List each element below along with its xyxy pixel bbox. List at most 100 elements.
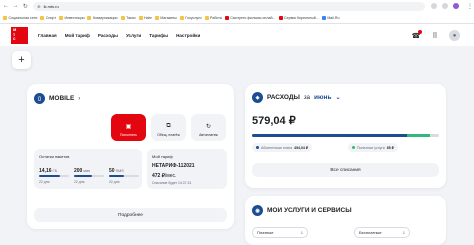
mobile-card-header[interactable]: ▯ MOBILE ›	[34, 93, 80, 104]
tariff-panel[interactable]: Мой тариф НЕТАРИФ-112021 472 ₽/мес. Спис…	[147, 149, 227, 189]
nav-item-services[interactable]: Услуги	[126, 33, 141, 38]
folder-icon	[179, 16, 184, 20]
free-services-button[interactable]: Бесплатные 1	[354, 227, 410, 238]
period-selector[interactable]: июнь	[314, 94, 331, 101]
folder-icon	[204, 16, 209, 20]
top-up-button[interactable]: ▣ Пополнить	[111, 114, 146, 141]
tariff-name: НЕТАРИФ-112021	[152, 163, 195, 169]
nav-item-expenses[interactable]: Расходы	[98, 33, 118, 38]
services-title: МОИ УСЛУГИ И СЕРВИСЫ	[267, 207, 352, 214]
browser-toolbar-right: ⋮	[431, 2, 474, 10]
package-sms-days: 22 дня	[109, 180, 120, 184]
services-header[interactable]: ◉ МОИ УСЛУГИ И СЕРВИСЫ	[252, 205, 352, 216]
mobile-card: ▯ MOBILE › ▣ Пополнить ⧉ Обещ. платёж ↻ …	[27, 84, 234, 229]
more-details-button[interactable]: Подробнее	[34, 208, 227, 222]
wallet-icon: ◈	[252, 92, 263, 103]
expenses-card: ◈ РАСХОДЫ за июнь ⌄ 579,04 ₽ Абонентская…	[245, 84, 446, 188]
forward-icon[interactable]: →	[12, 2, 20, 10]
nav-item-my-tariff[interactable]: Мой тариф	[65, 33, 90, 38]
paid-services-button[interactable]: Платные 1	[252, 227, 308, 238]
bookmark-item[interactable]: Habr	[138, 16, 152, 20]
autopay-icon: ↻	[205, 124, 212, 130]
bookmark-item[interactable]: Спорт	[40, 16, 56, 20]
address-bar[interactable]: ⊕ lk.mts.ru	[33, 1, 425, 11]
package-internet-bar	[39, 175, 69, 177]
tariff-price: 472 ₽/мес.	[152, 173, 177, 179]
sim-icon: ▯	[34, 93, 45, 104]
browser-chrome: ← → ↻ ⊕ lk.mts.ru ⋮ Социальная сети Спор…	[0, 0, 474, 24]
url-text: lk.mts.ru	[43, 3, 59, 9]
site-header: м т с Главная Мой тариф Расходы Услуги Т…	[0, 24, 474, 46]
packages-title: Остатки пакетов	[39, 154, 70, 159]
package-minutes-bar	[74, 175, 104, 177]
chevron-right-icon: ›	[78, 95, 81, 102]
folder-icon	[87, 16, 92, 20]
notifications-icon[interactable]: ☎	[411, 29, 422, 41]
tariff-title: Мой тариф	[152, 154, 173, 159]
all-charges-button[interactable]: Все списания	[252, 163, 439, 177]
folder-icon	[40, 16, 45, 20]
bookmark-item[interactable]: Магазины	[154, 16, 177, 20]
nav-item-settings[interactable]: Настройки	[176, 33, 200, 38]
plus-icon: +	[18, 54, 25, 66]
packages-panel[interactable]: Остатки пакетов 14,16ГБ 22 дня 200мин 22…	[34, 149, 142, 189]
header-actions: ☎ ⠿ ●	[411, 29, 460, 41]
folder-icon	[138, 16, 143, 20]
folder-icon	[3, 16, 7, 20]
bookmark-item[interactable]: Смотреть фильмы онлай...	[224, 16, 276, 20]
package-internet-days: 22 дня	[39, 180, 50, 184]
legend-dot	[256, 146, 259, 149]
mobile-title: MOBILE	[49, 95, 75, 102]
extension-icon[interactable]	[431, 3, 437, 9]
expenses-header[interactable]: ◈ РАСХОДЫ за июнь ⌄	[252, 92, 340, 103]
notification-dot	[418, 29, 422, 34]
wallet-icon: ▣	[125, 124, 132, 130]
promised-payment-button[interactable]: ⧉ Обещ. платёж	[151, 114, 186, 141]
legend-useful-services: Полезные услуги 85 ₽	[348, 143, 398, 152]
expenses-amount: 579,04 ₽	[252, 115, 296, 127]
site-icon	[278, 16, 283, 20]
profile-avatar[interactable]	[453, 3, 459, 9]
package-internet: 14,16ГБ	[39, 168, 58, 174]
expenses-bar	[252, 134, 439, 137]
bookmark-item[interactable]: Социальная сети	[3, 16, 37, 20]
apps-grid-icon[interactable]: ⠿	[430, 31, 440, 41]
site-info-icon[interactable]: ⊕	[37, 4, 40, 9]
bookmark-item[interactable]: Коммуникации	[87, 16, 118, 20]
tariff-charge-date: Списание будет 14.07.24	[152, 181, 192, 185]
site-icon	[321, 16, 326, 20]
legend-dot	[352, 146, 355, 149]
folder-icon	[120, 16, 125, 20]
folder-icon	[59, 16, 63, 20]
bookmark-item[interactable]: Mail.Ru	[321, 16, 340, 20]
site-icon	[224, 16, 229, 20]
bookmark-item[interactable]: Госуслуги	[179, 16, 202, 20]
bookmark-item[interactable]: Инвестиции	[59, 16, 84, 20]
expenses-bar-fee	[252, 134, 408, 137]
add-account-button[interactable]: +	[12, 51, 31, 69]
package-minutes: 200мин	[74, 168, 91, 174]
bookmark-item[interactable]: Работа	[204, 16, 222, 20]
bookmark-item[interactable]: Сервис Кирпичный...	[278, 16, 319, 20]
autopay-button[interactable]: ↻ Автоплатеж	[191, 114, 226, 141]
user-avatar[interactable]: ●	[449, 30, 460, 41]
nav-item-tariffs[interactable]: Тарифы	[149, 33, 168, 38]
mts-logo[interactable]: м т с	[11, 26, 28, 44]
expenses-period-prefix: за	[303, 94, 310, 101]
reload-icon[interactable]: ↻	[21, 2, 29, 10]
promise-icon: ⧉	[166, 123, 171, 129]
download-icon[interactable]	[442, 3, 448, 9]
address-row: ← → ↻ ⊕ lk.mts.ru ⋮	[0, 0, 474, 12]
package-sms-bar	[109, 175, 139, 177]
expenses-title: РАСХОДЫ	[267, 94, 300, 101]
expenses-bar-services	[407, 134, 430, 137]
package-sms: 50SMS	[109, 168, 124, 174]
legend-subscription-fee: Абонентская плата 494,04 ₽	[252, 143, 313, 152]
chevron-down-icon[interactable]: ⌄	[335, 94, 340, 101]
menu-icon[interactable]: ⋮	[466, 2, 474, 10]
folder-icon	[154, 16, 159, 20]
package-minutes-days: 22 дня	[74, 180, 85, 184]
nav-item-home[interactable]: Главная	[38, 33, 57, 38]
back-icon[interactable]: ←	[2, 2, 10, 10]
bookmark-item[interactable]: Такси	[120, 16, 136, 20]
